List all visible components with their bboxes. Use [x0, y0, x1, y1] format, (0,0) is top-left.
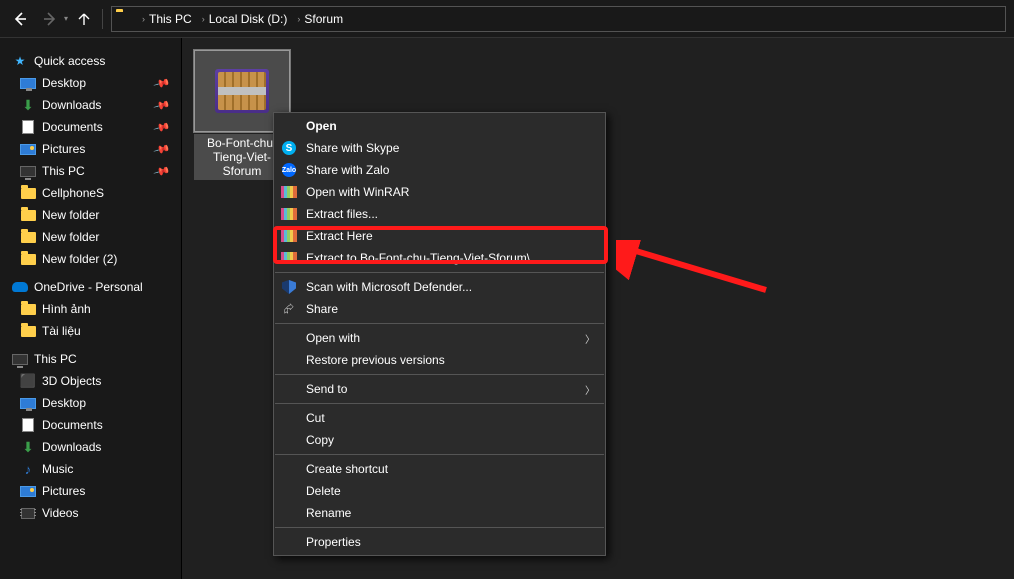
sidebar-item-3dobjects[interactable]: ⬛3D Objects — [0, 370, 181, 392]
document-icon — [22, 418, 34, 432]
download-icon: ⬇ — [20, 98, 36, 112]
sidebar-item-documents[interactable]: Documents — [0, 414, 181, 436]
ctx-separator — [275, 454, 604, 455]
ctx-create-shortcut[interactable]: Create shortcut — [274, 458, 605, 480]
nav-back-button[interactable] — [8, 7, 32, 31]
pictures-icon — [20, 144, 36, 155]
ctx-extract-here[interactable]: Extract Here — [274, 225, 605, 247]
sidebar-item-folder[interactable]: CellphoneS — [0, 182, 181, 204]
pc-icon — [12, 354, 28, 365]
ctx-share-zalo[interactable]: ZaloShare with Zalo — [274, 159, 605, 181]
onedrive-icon — [12, 282, 28, 292]
submenu-arrow-icon: 〉 — [585, 382, 595, 397]
folder-icon — [21, 254, 36, 265]
nav-up-button[interactable] — [74, 7, 94, 31]
sidebar-item-pictures[interactable]: Pictures — [0, 480, 181, 502]
ctx-restore-versions[interactable]: Restore previous versions — [274, 349, 605, 371]
sidebar-item-folder[interactable]: Hình ảnh — [0, 298, 181, 320]
breadcrumb-segment[interactable]: ›Local Disk (D:) — [198, 10, 292, 28]
sidebar-item-videos[interactable]: Videos — [0, 502, 181, 524]
nav-history-dropdown[interactable]: ▾ — [64, 14, 68, 23]
ctx-separator — [275, 527, 604, 528]
ctx-open-with[interactable]: Open with〉 — [274, 327, 605, 349]
sidebar-item-folder[interactable]: New folder — [0, 226, 181, 248]
pin-icon: 📌 — [153, 162, 171, 180]
sidebar-item-desktop[interactable]: Desktop📌 — [0, 72, 181, 94]
sidebar-item-thispc[interactable]: This PC📌 — [0, 160, 181, 182]
ctx-share[interactable]: ⮳Share — [274, 298, 605, 320]
sidebar-item-documents[interactable]: Documents📌 — [0, 116, 181, 138]
ctx-share-skype[interactable]: SShare with Skype — [274, 137, 605, 159]
ctx-copy[interactable]: Copy — [274, 429, 605, 451]
ctx-properties[interactable]: Properties — [274, 531, 605, 553]
pin-icon: 📌 — [153, 74, 171, 92]
pin-icon: 📌 — [153, 96, 171, 114]
sidebar-quick-access[interactable]: ★ Quick access — [0, 50, 181, 72]
breadcrumb-segment[interactable]: ›Sforum — [293, 10, 347, 28]
folder-icon — [21, 232, 36, 243]
ctx-separator — [275, 374, 604, 375]
sidebar-item-downloads[interactable]: ⬇Downloads — [0, 436, 181, 458]
sidebar-item-folder[interactable]: New folder — [0, 204, 181, 226]
nav-sidebar: ★ Quick access Desktop📌 ⬇Downloads📌 Docu… — [0, 38, 182, 579]
zalo-icon: Zalo — [282, 163, 296, 177]
sidebar-item-pictures[interactable]: Pictures📌 — [0, 138, 181, 160]
defender-icon — [282, 280, 296, 294]
objects-icon: ⬛ — [20, 374, 36, 388]
share-icon: ⮳ — [280, 300, 298, 318]
folder-icon — [116, 12, 132, 26]
ctx-open-winrar[interactable]: Open with WinRAR — [274, 181, 605, 203]
breadcrumb-segment[interactable]: ›This PC — [138, 10, 196, 28]
winrar-icon — [281, 230, 297, 242]
ctx-rename[interactable]: Rename — [274, 502, 605, 524]
document-icon — [22, 120, 34, 134]
rar-archive-icon — [215, 69, 269, 113]
desktop-icon — [20, 398, 36, 409]
folder-icon — [21, 188, 36, 199]
nav-forward-button[interactable] — [38, 7, 62, 31]
sidebar-thispc[interactable]: This PC — [0, 348, 181, 370]
ctx-delete[interactable]: Delete — [274, 480, 605, 502]
winrar-icon — [281, 252, 297, 264]
ctx-separator — [275, 272, 604, 273]
address-bar[interactable]: ›This PC ›Local Disk (D:) ›Sforum — [111, 6, 1006, 32]
ctx-extract-files[interactable]: Extract files... — [274, 203, 605, 225]
pin-icon: 📌 — [153, 118, 171, 136]
sidebar-item-folder[interactable]: Tài liệu — [0, 320, 181, 342]
address-toolbar: ▾ ›This PC ›Local Disk (D:) ›Sforum — [0, 0, 1014, 38]
folder-icon — [21, 326, 36, 337]
pc-icon — [20, 166, 36, 177]
winrar-icon — [281, 208, 297, 220]
ctx-extract-to[interactable]: Extract to Bo-Font-chu-Tieng-Viet-Sforum… — [274, 247, 605, 269]
ctx-open[interactable]: Open — [274, 115, 605, 137]
skype-icon: S — [282, 141, 296, 155]
download-icon: ⬇ — [20, 440, 36, 454]
desktop-icon — [20, 78, 36, 89]
pictures-icon — [20, 486, 36, 497]
folder-icon — [21, 304, 36, 315]
folder-icon — [21, 210, 36, 221]
star-icon: ★ — [12, 54, 28, 68]
ctx-separator — [275, 403, 604, 404]
sidebar-item-music[interactable]: ♪Music — [0, 458, 181, 480]
video-icon — [21, 508, 35, 519]
ctx-separator — [275, 323, 604, 324]
submenu-arrow-icon: 〉 — [585, 331, 595, 346]
sidebar-item-desktop[interactable]: Desktop — [0, 392, 181, 414]
pin-icon: 📌 — [153, 140, 171, 158]
ctx-cut[interactable]: Cut — [274, 407, 605, 429]
ctx-defender-scan[interactable]: Scan with Microsoft Defender... — [274, 276, 605, 298]
sidebar-onedrive[interactable]: OneDrive - Personal — [0, 276, 181, 298]
sidebar-item-folder[interactable]: New folder (2) — [0, 248, 181, 270]
context-menu: Open SShare with Skype ZaloShare with Za… — [273, 112, 606, 556]
sidebar-item-downloads[interactable]: ⬇Downloads📌 — [0, 94, 181, 116]
ctx-send-to[interactable]: Send to〉 — [274, 378, 605, 400]
winrar-icon — [281, 186, 297, 198]
music-icon: ♪ — [20, 462, 36, 476]
